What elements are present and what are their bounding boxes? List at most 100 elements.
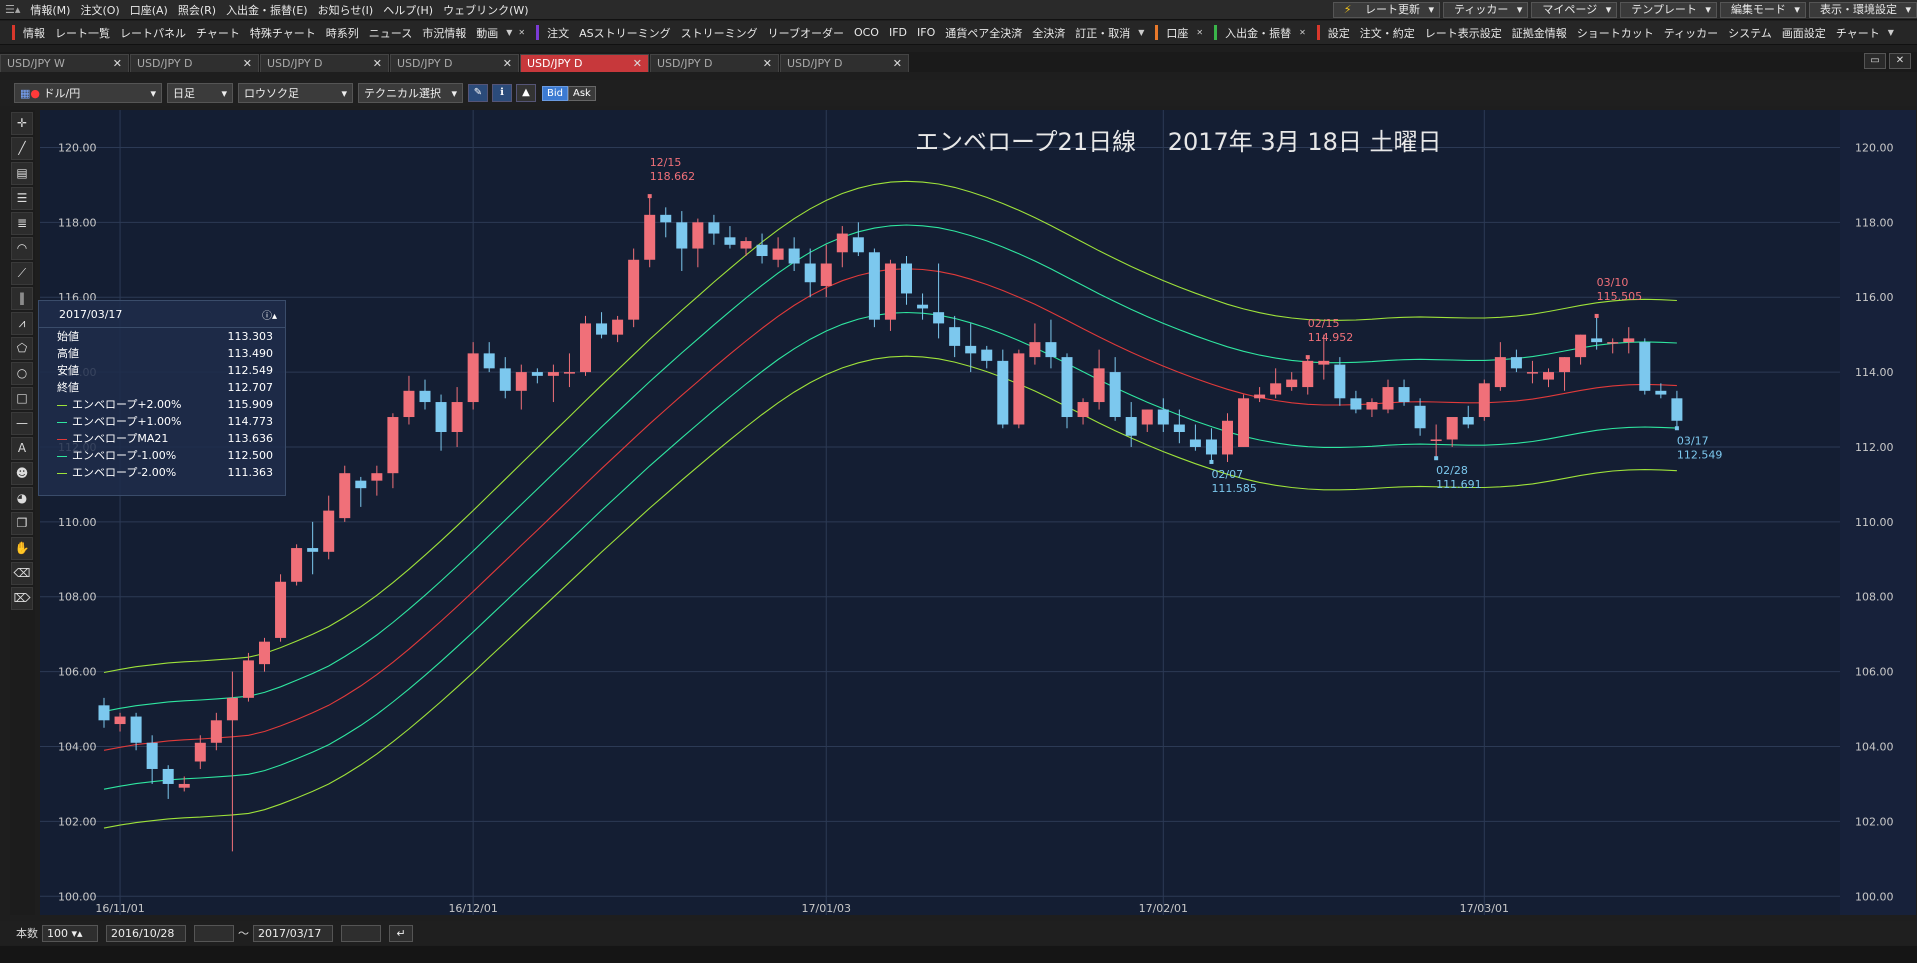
toolbar-oco[interactable]: OCO [849,26,884,39]
toolbar-system[interactable]: システム [1723,25,1777,41]
toolbar-margin-info[interactable]: 証拠金情報 [1507,25,1572,41]
tab-chart-5-active[interactable]: USD/JPY D ✕ [520,54,649,72]
menu-weblink[interactable]: ウェブリンク(W) [438,2,533,18]
horizontal-lines-icon[interactable]: ☰ [11,187,33,210]
toolbar-chart-settings[interactable]: チャート [1831,25,1885,41]
toolbar-ifd[interactable]: IFD [884,26,912,39]
mypage-button[interactable]: マイページ ▾ [1531,2,1618,18]
stamp-icon[interactable]: ☻ [11,462,33,485]
tab-chart-7[interactable]: USD/JPY D ✕ [780,54,909,72]
tab-chart-2[interactable]: USD/JPY D ✕ [130,54,259,72]
magnet-icon[interactable]: ◕ [11,487,33,510]
toolbar-leave-order[interactable]: リーブオーダー [763,25,849,41]
count-input[interactable]: 100 ▾▴ [42,924,98,942]
chart-style-select[interactable]: ロウソク足 ▾ [238,83,353,103]
toolbar-account[interactable]: 口座 [1161,25,1193,41]
fan-icon[interactable]: ⟋ [11,262,33,285]
hline-icon[interactable]: — [11,412,33,435]
window-close-icon[interactable]: ✕ [1889,53,1911,69]
hand-icon[interactable]: ✋ [11,537,33,560]
toolbar-all-settle[interactable]: 全決済 [1027,25,1070,41]
toolbar-modify-cancel[interactable]: 訂正・取消 [1070,25,1135,41]
ticker-button[interactable]: ティッカー ▾ [1443,2,1529,18]
crosshair-icon[interactable]: ✛ [11,112,33,135]
text-icon[interactable]: A [11,437,33,460]
pitchfork-icon[interactable]: ⩘ [11,312,33,335]
menu-account[interactable]: 口座(A) [125,2,173,18]
close-icon[interactable]: ✕ [633,57,642,70]
pentagon-icon[interactable]: ⬠ [11,337,33,360]
toolbar-as-streaming[interactable]: ASストリーミング [574,25,676,41]
maximize-icon[interactable]: ▭ [1864,53,1886,69]
to-date-input[interactable]: 2017/03/17 [253,924,333,942]
info-icon[interactable]: ℹ [492,84,512,102]
toolbar-ticker[interactable]: ティッカー [1659,25,1723,41]
deposit-close-icon[interactable]: ✕ [1296,28,1309,37]
toolbar-news[interactable]: ニュース [364,25,417,41]
circle-icon[interactable]: ○ [11,362,33,385]
template-button[interactable]: テンプレート ▾ [1620,2,1717,18]
display-settings-button[interactable]: 表示・環境設定 ▾ [1808,2,1917,18]
toolbar-order-execution[interactable]: 注文・約定 [1355,25,1420,41]
eraser-all-icon[interactable]: ⌦ [11,587,33,610]
toolbar-shortcut[interactable]: ショートカット [1572,25,1659,41]
menu-inquiry[interactable]: 照会(R) [173,2,221,18]
toolbar-deposit[interactable]: 入出金・振替 [1220,25,1296,41]
account-close-icon[interactable]: ✕ [1193,28,1206,37]
trendline-icon[interactable]: ╱ [11,137,33,160]
toolbar-screen-settings[interactable]: 画面設定 [1777,25,1831,41]
menu-help[interactable]: ヘルプ(H) [378,2,438,18]
menu-order[interactable]: 注文(O) [75,2,124,18]
close-icon[interactable]: ✕ [113,57,122,70]
copy-icon[interactable]: ❐ [11,512,33,535]
toolbar-market-info[interactable]: 市況情報 [417,25,471,41]
close-icon[interactable]: ✕ [503,57,512,70]
chart-type-icon[interactable]: ▲ [516,84,536,102]
info-toggle-icon[interactable]: ⓘ▴ [262,307,277,322]
eraser-icon[interactable]: ⌫ [11,562,33,585]
info-more-icon[interactable]: ▼ [503,28,515,37]
price-chart[interactable]: 120.00 120.00118.00 118.00116.00 116.00114.… [40,110,1916,920]
close-icon[interactable]: ✕ [243,57,252,70]
toolbar-ifo[interactable]: IFO [912,26,940,39]
refresh-icon[interactable]: ↵ [389,924,413,942]
pen-icon[interactable]: ✎ [468,84,488,102]
close-icon[interactable]: ✕ [893,57,902,70]
currency-pair-select[interactable]: ▦● ドル/円 ▾ [14,83,162,103]
bid-button[interactable]: Bid [542,85,568,101]
tab-chart-4[interactable]: USD/JPY D ✕ [390,54,519,72]
toolbar-streaming[interactable]: ストリーミング [676,25,763,41]
from-time-input[interactable] [194,924,234,942]
arc-icon[interactable]: ◠ [11,237,33,260]
toolbar-chart[interactable]: チャート [191,25,245,41]
close-icon[interactable]: ✕ [373,57,382,70]
app-menu-icon[interactable]: ☰▴ [0,3,25,16]
from-date-input[interactable]: 2016/10/28 [106,924,186,942]
ruler-icon[interactable]: ▤ [11,162,33,185]
toolbar-rate-display[interactable]: レート表示設定 [1420,25,1507,41]
settings-more-icon[interactable]: ▼ [1885,28,1897,37]
tab-chart-3[interactable]: USD/JPY D ✕ [260,54,389,72]
edit-mode-button[interactable]: 編集モード ▾ [1719,2,1806,18]
tab-chart-1[interactable]: USD/JPY W ✕ [0,54,129,72]
toolbar-rate-list[interactable]: レート一覧 [50,25,115,41]
to-time-input[interactable] [341,924,381,942]
period-select[interactable]: 日足 ▾ [167,83,233,103]
toolbar-timeseries[interactable]: 時系列 [321,25,364,41]
rate-update-button[interactable]: ⚡ レート更新 ▾ [1332,2,1441,18]
toolbar-video[interactable]: 動画 [471,25,503,41]
toolbar-special-chart[interactable]: 特殊チャート [245,25,321,41]
tab-chart-6[interactable]: USD/JPY D ✕ [650,54,779,72]
ask-button[interactable]: Ask [568,85,596,101]
info-close-icon[interactable]: ✕ [515,28,528,37]
toolbar-rate-panel[interactable]: レートパネル [115,25,191,41]
toolbar-pair-settle[interactable]: 通貨ペア全決済 [940,25,1027,41]
rectangle-icon[interactable]: □ [11,387,33,410]
menu-deposit[interactable]: 入出金・振替(E) [221,2,313,18]
order-more-icon[interactable]: ▼ [1135,28,1147,37]
technical-select[interactable]: テクニカル選択 ▾ [358,83,463,103]
chart-area[interactable]: 120.00 120.00 118.00 118.00 116.00 116.00 114.… [40,110,1916,920]
menu-info[interactable]: 情報(M) [25,2,75,18]
vertical-lines-icon[interactable]: ‖ [11,287,33,310]
close-icon[interactable]: ✕ [763,57,772,70]
